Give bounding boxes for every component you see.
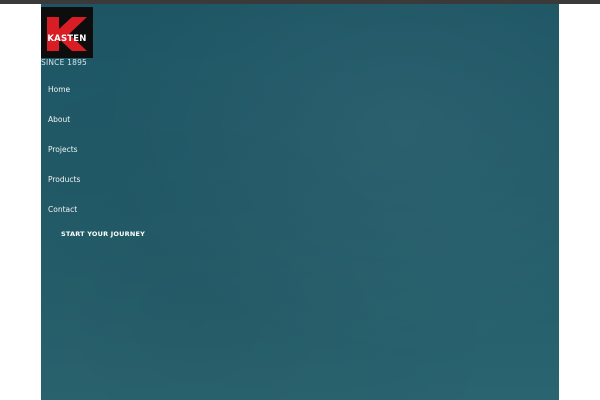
nav-item-home[interactable]: Home xyxy=(48,84,80,114)
since-tagline: SINCE 1895 xyxy=(41,58,88,67)
hero-background xyxy=(41,4,559,400)
main-nav: Home About Projects Products Contact xyxy=(48,84,80,234)
nav-item-about[interactable]: About xyxy=(48,114,80,144)
logo-wordmark: KASTEN xyxy=(47,34,87,44)
start-journey-button[interactable]: START YOUR JOURNEY xyxy=(61,230,145,238)
nav-item-projects[interactable]: Projects xyxy=(48,144,80,174)
logo-mark-icon xyxy=(41,7,93,58)
nav-item-products[interactable]: Products xyxy=(48,174,80,204)
brand-logo[interactable]: KASTEN xyxy=(41,7,93,58)
